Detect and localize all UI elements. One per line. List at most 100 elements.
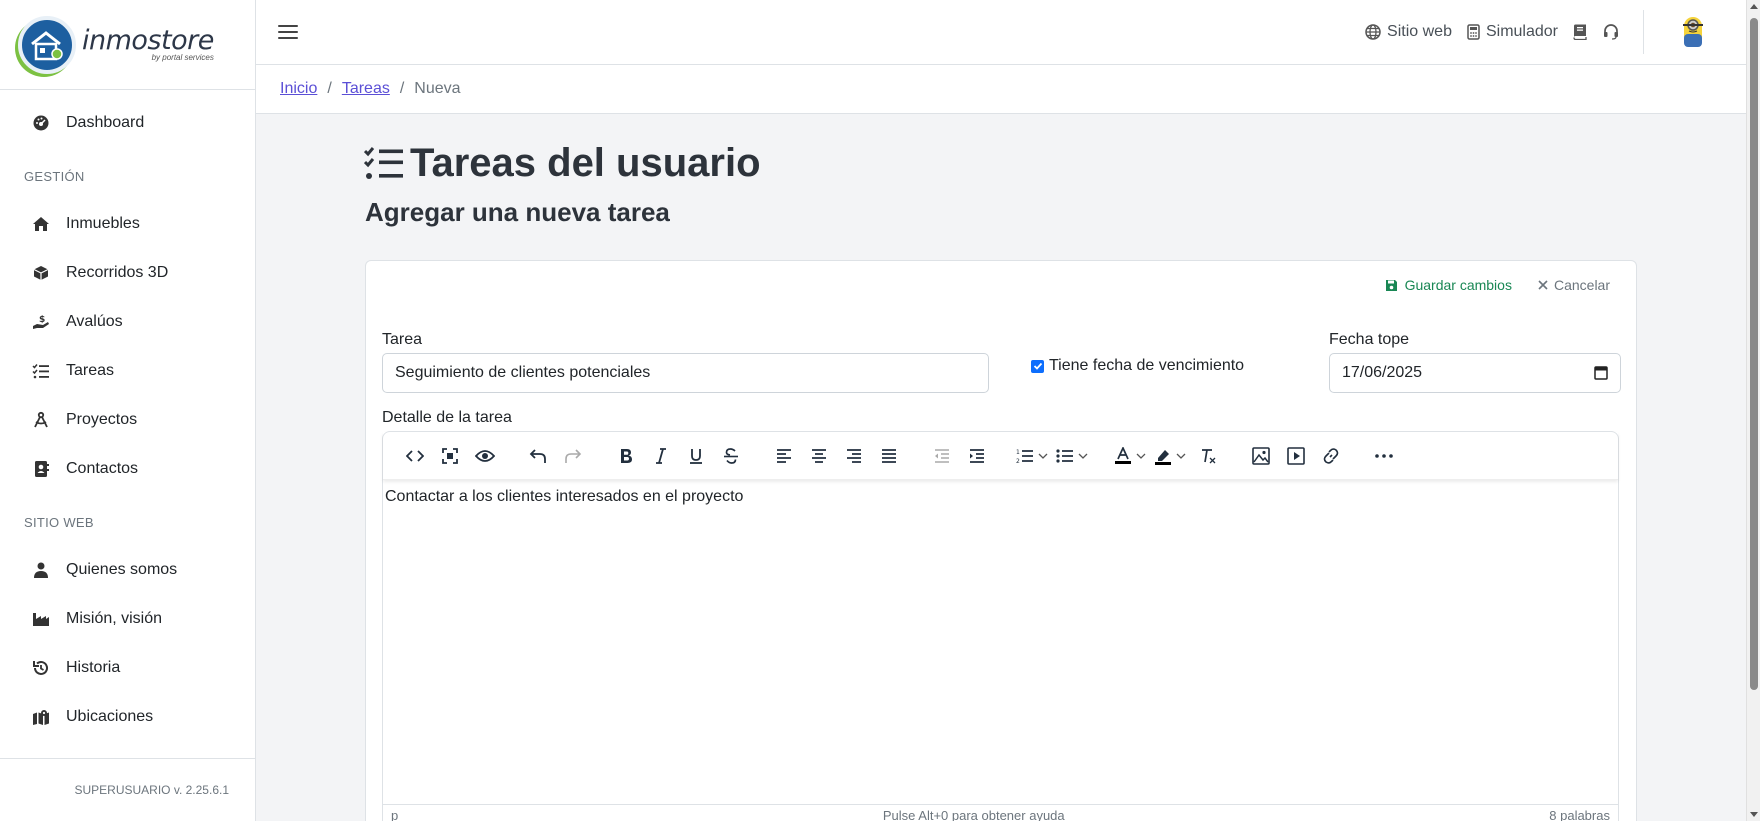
sidebar-item-historia[interactable]: Historia	[0, 643, 255, 692]
home-icon	[30, 214, 52, 234]
sidebar: inmostore by portal services Dashboard G…	[0, 0, 256, 821]
numbered-list-dropdown[interactable]: 12	[1016, 448, 1048, 464]
preview-eye-icon[interactable]	[471, 442, 499, 470]
text-color-dropdown[interactable]	[1114, 446, 1146, 465]
cancel-button[interactable]: Cancelar	[1538, 277, 1610, 293]
sidebar-item-avaluos[interactable]: $ Avalúos	[0, 297, 255, 346]
book-icon[interactable]	[1573, 24, 1587, 40]
chevron-down-icon	[1136, 453, 1146, 459]
sidebar-item-tareas[interactable]: Tareas	[0, 346, 255, 395]
cancel-label: Cancelar	[1553, 277, 1610, 293]
save-button[interactable]: Guardar cambios	[1385, 277, 1512, 293]
sidebar-item-label: Tareas	[66, 361, 115, 379]
detalle-label: Detalle de la tarea	[382, 409, 512, 426]
cube-icon	[30, 263, 52, 283]
breadcrumb: Inicio / Tareas / Nueva	[256, 65, 1746, 114]
sidebar-section-gestion: GESTIÓN	[24, 169, 85, 184]
more-options-icon[interactable]	[1370, 442, 1398, 470]
chevron-down-icon	[1038, 453, 1048, 459]
underline-icon[interactable]	[682, 442, 710, 470]
word-count[interactable]: 8 palabras	[1549, 808, 1610, 821]
strikethrough-icon[interactable]	[717, 442, 745, 470]
avatar[interactable]	[1682, 14, 1704, 50]
simulador-link[interactable]: Simulador	[1467, 23, 1558, 41]
task-list-icon	[364, 146, 403, 179]
bullet-list-dropdown[interactable]	[1056, 448, 1088, 464]
calculator-icon	[1467, 24, 1480, 40]
sidebar-item-inmuebles[interactable]: Inmuebles	[0, 199, 255, 248]
sidebar-item-proyectos[interactable]: Proyectos	[0, 395, 255, 444]
fecha-tope-value: 17/06/2025	[1342, 364, 1423, 381]
highlight-color-dropdown[interactable]	[1154, 447, 1186, 465]
text-color-icon	[1115, 446, 1131, 464]
page-subtitle: Agregar una nueva tarea	[365, 197, 670, 227]
image-icon[interactable]	[1247, 442, 1275, 470]
has-due-date-checkbox[interactable]: Tiene fecha de vencimiento	[1031, 357, 1244, 375]
align-justify-icon[interactable]	[875, 442, 903, 470]
dashboard-icon	[30, 113, 52, 133]
industry-icon	[30, 609, 52, 629]
numbered-list-icon: 12	[1016, 449, 1033, 464]
breadcrumb-current: Nueva	[414, 80, 461, 97]
editor-paragraph: Contactar a los clientes interesados en …	[385, 488, 744, 505]
editor-content-area[interactable]: Contactar a los clientes interesados en …	[383, 480, 1618, 514]
sidebar-item-label: Recorridos 3D	[66, 263, 169, 281]
scroll-thumb[interactable]	[1750, 18, 1758, 690]
sidebar-item-label: Dashboard	[66, 113, 145, 131]
sidebar-item-label: Avalúos	[66, 312, 123, 330]
rich-text-editor: 12 Contactar a los clientes interesados …	[382, 431, 1619, 821]
outdent-icon[interactable]	[928, 442, 956, 470]
align-left-icon[interactable]	[770, 442, 798, 470]
align-right-icon[interactable]	[840, 442, 868, 470]
link-icon[interactable]	[1317, 442, 1345, 470]
breadcrumb-tareas[interactable]: Tareas	[342, 80, 390, 98]
editor-statusbar: p Pulse Alt+0 para obtener ayuda 8 palab…	[383, 804, 1618, 821]
has-due-date-label: Tiene fecha de vencimiento	[1049, 357, 1245, 374]
brand-subtitle: by portal services	[151, 53, 214, 62]
sidebar-section-web: SITIO WEB	[24, 515, 94, 530]
media-icon[interactable]	[1282, 442, 1310, 470]
scroll-down-icon[interactable]	[1750, 812, 1758, 817]
sidebar-item-quienes-somos[interactable]: Quienes somos	[0, 545, 255, 594]
sidebar-item-recorridos[interactable]: Recorridos 3D	[0, 248, 255, 297]
highlighter-icon	[1155, 449, 1171, 465]
version-label: SUPERUSUARIO v. 2.25.6.1	[0, 758, 255, 821]
page-scrollbar[interactable]	[1746, 0, 1760, 821]
fecha-tope-input[interactable]: 17/06/2025	[1329, 353, 1621, 393]
indent-icon[interactable]	[963, 442, 991, 470]
breadcrumb-inicio[interactable]: Inicio	[280, 80, 317, 98]
clear-format-icon[interactable]	[1194, 442, 1222, 470]
floppy-icon	[1385, 279, 1397, 291]
sidebar-item-label: Proyectos	[66, 410, 138, 428]
align-center-icon[interactable]	[805, 442, 833, 470]
italic-icon[interactable]	[647, 442, 675, 470]
headset-icon[interactable]	[1603, 24, 1619, 40]
simulador-label: Simulador	[1485, 23, 1558, 40]
tarea-input[interactable]: Seguimiento de clientes potenciales	[382, 353, 989, 393]
sidebar-item-dashboard[interactable]: Dashboard	[0, 98, 255, 147]
element-path[interactable]: p	[391, 808, 398, 821]
sidebar-item-mision[interactable]: Misión, visión	[0, 594, 255, 643]
topbar-divider	[1643, 10, 1644, 54]
checkbox-checked-icon	[1031, 359, 1044, 373]
breadcrumb-separator: /	[399, 80, 405, 97]
scroll-up-icon[interactable]	[1750, 4, 1758, 9]
sidebar-item-contactos[interactable]: Contactos	[0, 444, 255, 493]
main-content: Tareas del usuario Agregar una nueva tar…	[256, 114, 1746, 821]
bold-icon[interactable]	[612, 442, 640, 470]
sitio-web-link[interactable]: Sitio web	[1365, 23, 1452, 41]
sidebar-item-ubicaciones[interactable]: Ubicaciones	[0, 692, 255, 741]
source-code-icon[interactable]	[401, 442, 429, 470]
sidebar-item-label: Misión, visión	[66, 609, 163, 627]
menu-toggle-icon[interactable]	[278, 21, 298, 43]
calendar-icon[interactable]	[1594, 365, 1608, 380]
undo-icon[interactable]	[524, 442, 552, 470]
svg-text:$: $	[39, 315, 45, 325]
svg-text:2: 2	[1016, 458, 1020, 464]
history-icon	[30, 658, 52, 678]
redo-icon[interactable]	[559, 442, 587, 470]
logo[interactable]: inmostore by portal services	[0, 0, 255, 90]
close-icon	[1538, 280, 1548, 290]
fullscreen-icon[interactable]	[436, 442, 464, 470]
tarea-label: Tarea	[382, 331, 423, 348]
